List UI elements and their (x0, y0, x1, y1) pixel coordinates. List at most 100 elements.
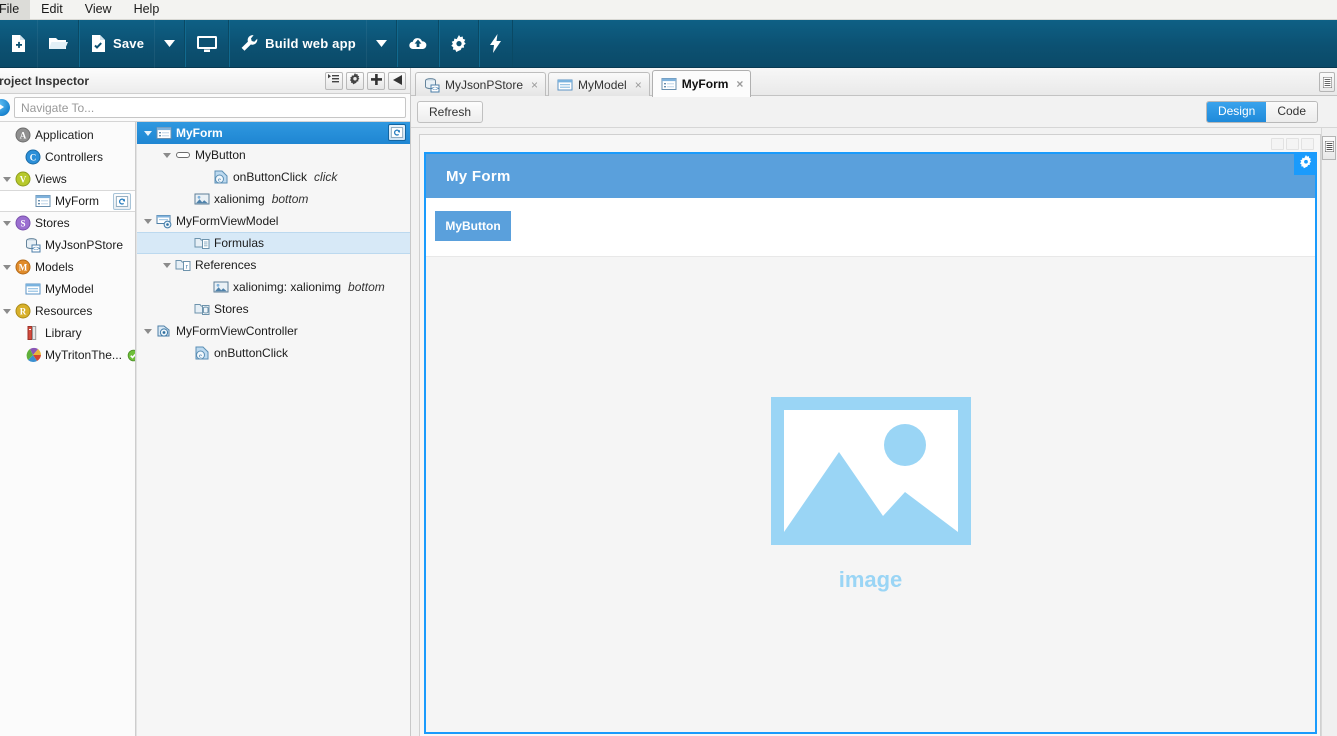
caret-down-icon (164, 40, 176, 47)
project-tree-item-models[interactable]: M Models (0, 256, 135, 278)
twisty-expanded-icon[interactable] (2, 174, 13, 185)
project-tree-item-myjsonpstore[interactable]: <> MyJsonPStore (0, 234, 135, 256)
event-icon: e (193, 345, 210, 361)
project-tree-item-controllers[interactable]: C Controllers (0, 146, 135, 168)
detail-tree-item-label: onButtonClick (233, 170, 308, 184)
detail-tree-item-onbuttonclick[interactable]: e onButtonClick (137, 342, 410, 364)
svg-text:e: e (199, 352, 202, 359)
detail-tree-item-mybutton[interactable]: MyButton (137, 144, 410, 166)
detail-tree-item-xalionimg[interactable]: xalionimg bottom (137, 188, 410, 210)
twisty-expanded-icon[interactable] (162, 260, 173, 271)
refresh-badge-icon[interactable] (388, 124, 406, 141)
refresh-button[interactable]: Refresh (417, 100, 484, 123)
editor-tab-label: MyForm (681, 77, 729, 91)
project-tree-item-label: MyForm (55, 194, 99, 208)
event-icon: e (212, 169, 229, 185)
detail-tree-item-xalionimg-xalionimg[interactable]: xalionimg: xalionimg bottom (137, 276, 410, 298)
new-file-button[interactable] (0, 19, 38, 68)
design-canvas[interactable]: My Form MyButton image (411, 128, 1337, 736)
form-icon (661, 76, 677, 92)
cloud-upload-button[interactable] (398, 20, 438, 68)
gear-icon (1299, 154, 1313, 172)
twisty-expanded-icon[interactable] (2, 262, 13, 273)
detail-tree-item-formulas[interactable]: Formulas (137, 232, 410, 254)
menu-item-edit[interactable]: Edit (30, 0, 74, 19)
inspector-collapse-button[interactable] (388, 71, 406, 90)
mybutton-component[interactable]: MyButton (435, 211, 511, 241)
form-config-gear-button[interactable] (1294, 154, 1315, 175)
editor-subbar: Refresh Design Code (411, 96, 1337, 128)
menu-bar: File Edit View Help (0, 0, 1337, 20)
collapse-list-button[interactable] (325, 71, 343, 90)
run-button[interactable] (480, 20, 512, 68)
detail-tree-item-label: MyFormViewModel (176, 214, 279, 228)
gear-icon (349, 73, 361, 88)
navigate-row (0, 94, 410, 122)
twisty-expanded-icon[interactable] (143, 326, 154, 337)
editor-tab-myjsonpstore[interactable]: <> MyJsonPStore × (415, 72, 547, 97)
project-tree-item-stores[interactable]: S Stores (0, 212, 135, 234)
project-tree-item-library[interactable]: Library (0, 322, 135, 344)
project-tree-item-resources[interactable]: R Resources (0, 300, 135, 322)
resources-icon: R (14, 303, 31, 319)
detail-tree-item-myformviewcontroller[interactable]: MyFormViewController (137, 320, 410, 342)
minimize-icon[interactable] (1271, 138, 1284, 150)
inspector-settings-button[interactable] (346, 71, 364, 90)
project-tree[interactable]: A Application C Controllers V Views MyForm S Sto… (0, 122, 136, 736)
build-web-app-button[interactable]: Build web app (230, 19, 367, 68)
image-icon (193, 191, 210, 207)
settings-button[interactable] (440, 20, 478, 68)
project-tree-item-mytritonthe[interactable]: MyTritonThe... (0, 344, 135, 366)
wrench-icon (240, 34, 259, 53)
detail-tree-item-references[interactable]: r References (137, 254, 410, 276)
navigate-to-input[interactable] (14, 97, 406, 118)
refresh-badge-icon[interactable] (113, 193, 131, 210)
views-icon: V (14, 171, 31, 187)
menu-item-view[interactable]: View (74, 0, 123, 19)
maximize-icon[interactable] (1286, 138, 1299, 150)
navigate-globe-icon[interactable] (0, 99, 10, 116)
save-button[interactable]: Save (80, 19, 156, 68)
myform-component[interactable]: My Form MyButton image (424, 152, 1317, 734)
project-tree-item-label: MyTritonThe... (45, 348, 122, 362)
open-folder-button[interactable] (38, 20, 78, 68)
close-icon[interactable]: × (635, 79, 642, 91)
detail-tree-item-stores[interactable]: Stores (137, 298, 410, 320)
project-tree-item-views[interactable]: V Views (0, 168, 135, 190)
close-icon[interactable]: × (531, 79, 538, 91)
xalionimg-component[interactable]: image (426, 257, 1315, 732)
close-icon[interactable]: × (736, 78, 743, 90)
design-tab-button[interactable]: Design (1206, 102, 1267, 122)
detail-tree-item-myformviewmodel[interactable]: MyFormViewModel (137, 210, 410, 232)
project-tree-item-application[interactable]: A Application (0, 124, 135, 146)
detail-tree-item-myform[interactable]: MyForm (137, 122, 410, 144)
build-dropdown-button[interactable] (367, 20, 396, 68)
preview-button[interactable] (186, 20, 228, 68)
detail-tree-item-onbuttonclick[interactable]: e onButtonClick click (137, 166, 410, 188)
menu-item-help[interactable]: Help (123, 0, 171, 19)
menu-item-file[interactable]: File (0, 0, 31, 19)
svg-text:<>: <> (431, 86, 439, 93)
right-panel-toggle[interactable] (1319, 72, 1335, 92)
button-icon (174, 147, 191, 163)
editor-tab-mymodel[interactable]: MyModel × (548, 72, 650, 97)
right-panel-collapse-button[interactable] (1322, 136, 1336, 160)
inspector-header: Project Inspector (0, 68, 410, 94)
twisty-expanded-icon[interactable] (162, 150, 173, 161)
check-badge-icon (127, 349, 135, 362)
code-tab-button[interactable]: Code (1266, 102, 1317, 122)
window-controls (1271, 138, 1314, 150)
twisty-expanded-icon[interactable] (143, 216, 154, 227)
close-icon[interactable] (1301, 138, 1314, 150)
component-detail-tree[interactable]: MyForm MyButton e onButtonClick click xalioni… (136, 122, 410, 736)
editor-tab-myform[interactable]: MyForm × (651, 70, 752, 97)
twisty-expanded-icon[interactable] (2, 306, 13, 317)
design-code-toggle: Design Code (1205, 101, 1318, 123)
twisty-expanded-icon[interactable] (2, 218, 13, 229)
save-dropdown-button[interactable] (155, 20, 184, 68)
twisty-expanded-icon[interactable] (143, 128, 154, 139)
project-tree-item-myform[interactable]: MyForm (0, 190, 135, 212)
inspector-add-button[interactable] (367, 71, 385, 90)
project-tree-item-mymodel[interactable]: MyModel (0, 278, 135, 300)
